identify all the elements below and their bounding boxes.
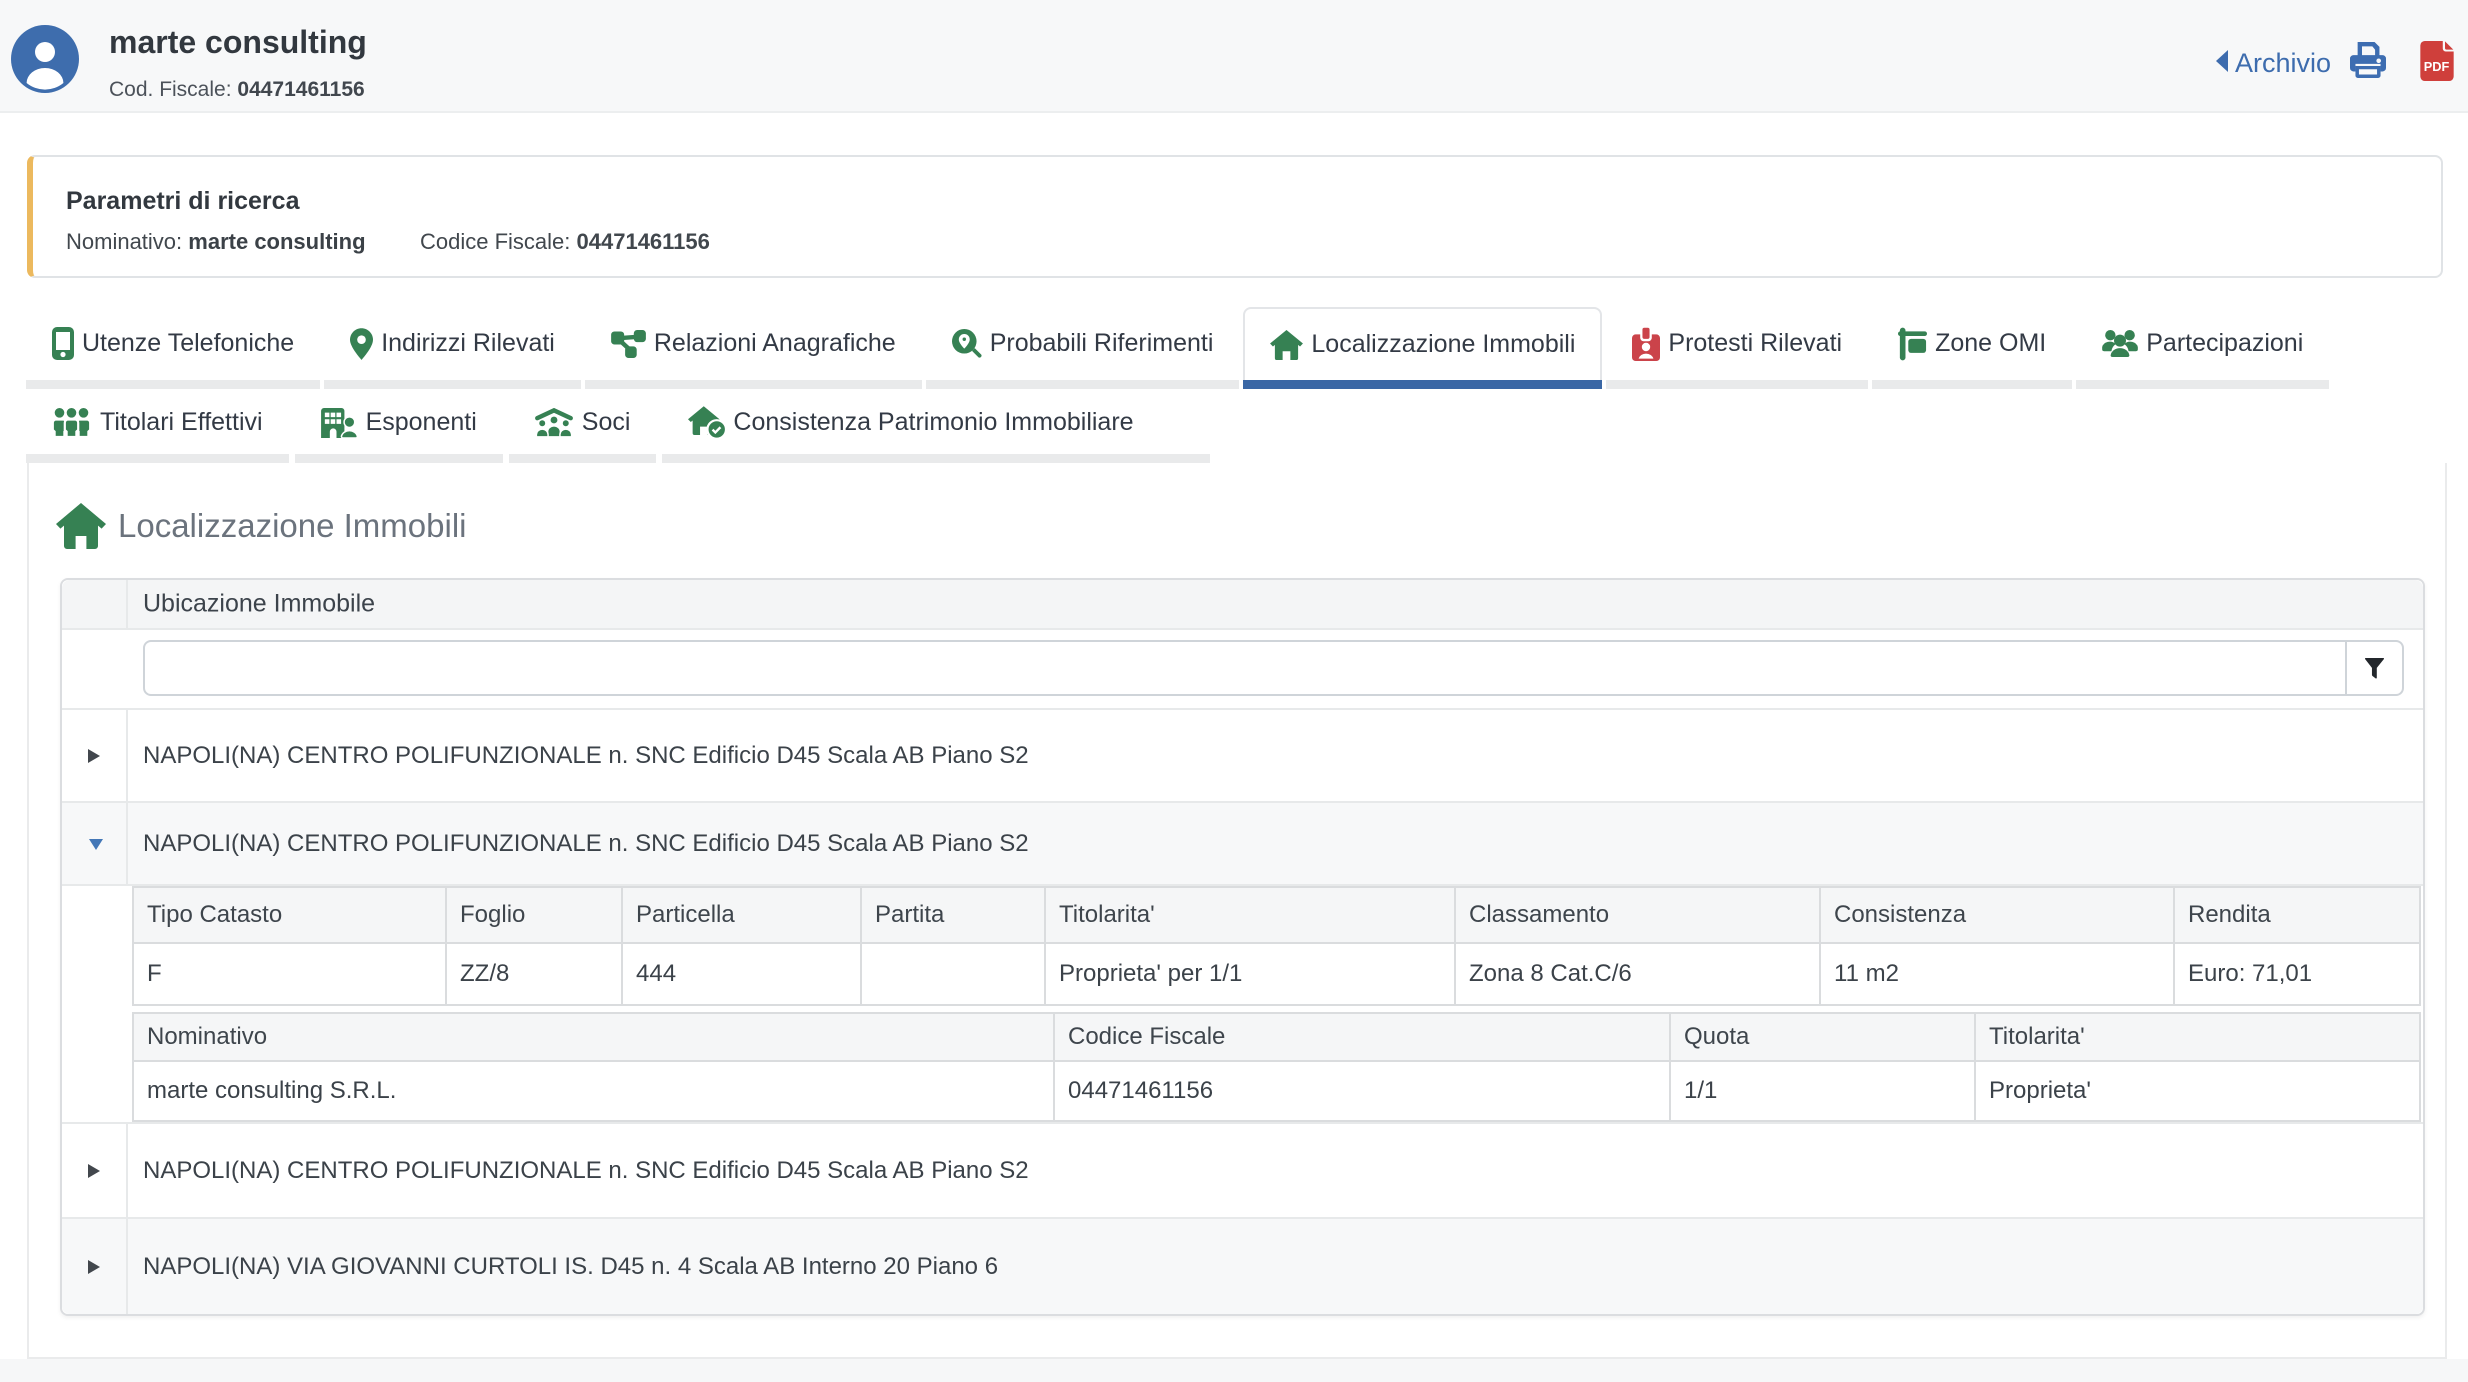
- svg-text:PDF: PDF: [2424, 59, 2450, 74]
